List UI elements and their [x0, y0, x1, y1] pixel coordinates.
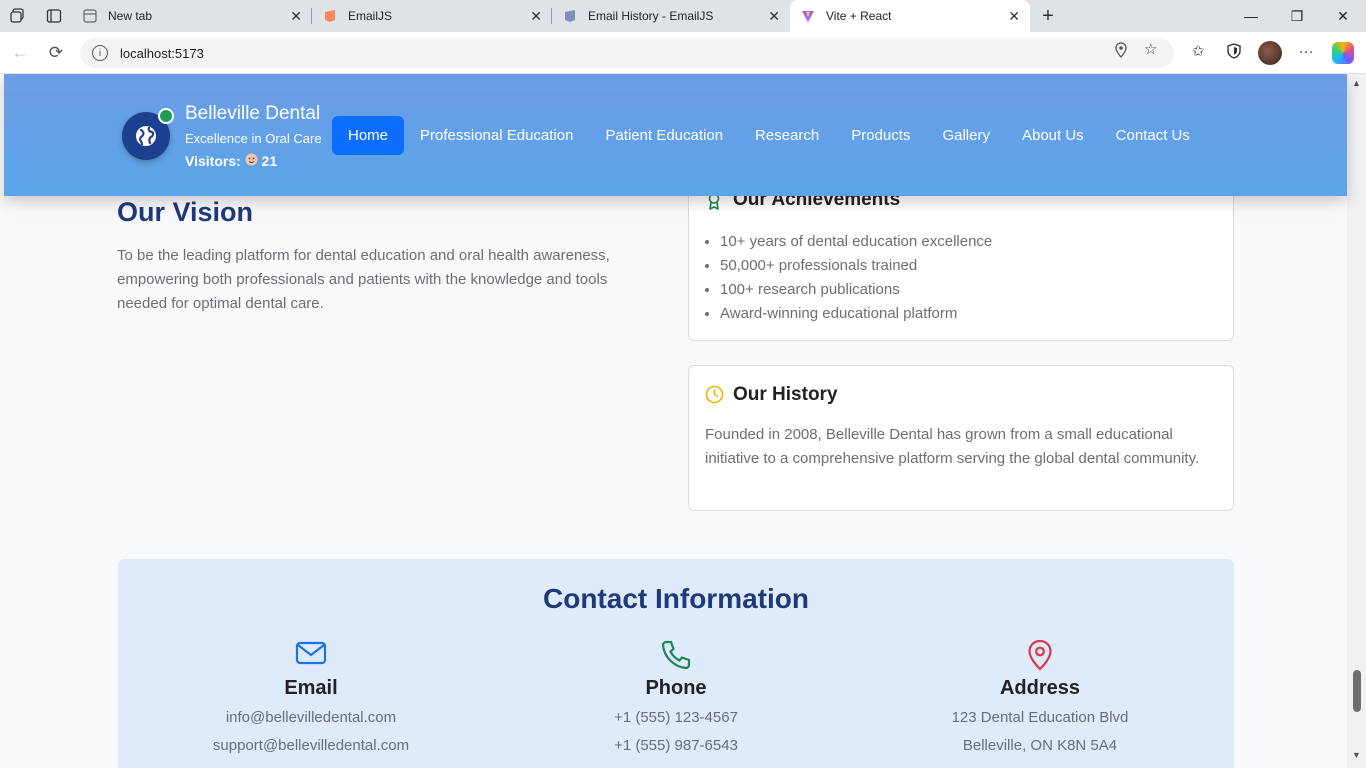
browser-tab-strip: New tab ✕ EmailJS ✕ Email History - Emai…	[0, 0, 1366, 32]
tab-title: Email History - EmailJS	[588, 9, 714, 23]
site-header: Belleville Dental Excellence in Oral Car…	[4, 74, 1347, 196]
new-tab-favicon-icon	[82, 8, 98, 24]
nav-products[interactable]: Products	[835, 116, 926, 155]
envelope-icon	[125, 639, 497, 673]
tab-title: Vite + React	[826, 9, 892, 23]
contact-email: Email info@bellevilledental.com support@…	[125, 639, 497, 756]
address-line-1: 123 Dental Education Blvd	[951, 709, 1129, 726]
tab-title: EmailJS	[348, 9, 393, 23]
tab-actions-icon[interactable]	[36, 0, 72, 32]
phone-primary[interactable]: +1 (555) 123-4567	[490, 708, 862, 728]
brand-name[interactable]: Belleville Dental	[185, 103, 320, 125]
tab-email-history[interactable]: Email History - EmailJS ✕	[552, 0, 790, 32]
history-title: Our History	[733, 384, 838, 405]
nav-research[interactable]: Research	[739, 116, 835, 155]
tab-title: New tab	[108, 9, 153, 23]
tab-emailjs[interactable]: EmailJS ✕	[312, 0, 552, 32]
map-pin-icon	[854, 639, 1226, 673]
location-icon[interactable]	[1114, 42, 1128, 62]
restore-icon[interactable]: ❐	[1274, 0, 1320, 32]
scroll-up-arrow-icon[interactable]: ▲	[1352, 78, 1361, 88]
address-bar[interactable]: i localhost:5173 ☆	[80, 38, 1174, 68]
reload-icon[interactable]: ⟳	[38, 35, 74, 71]
nav-about-us[interactable]: About Us	[1006, 116, 1100, 155]
vision-title: Our Vision	[117, 197, 254, 227]
history-text: Founded in 2008, Belleville Dental has g…	[705, 426, 1200, 467]
close-tab-icon[interactable]: ✕	[768, 8, 780, 25]
nav-patient-education[interactable]: Patient Education	[589, 116, 739, 155]
tab-new-tab[interactable]: New tab ✕	[72, 0, 312, 32]
phone-heading: Phone	[645, 677, 707, 699]
close-window-icon[interactable]: ✕	[1320, 0, 1366, 32]
online-status-dot	[158, 108, 174, 124]
history-card: Our History Founded in 2008, Belleville …	[688, 365, 1234, 511]
close-tab-icon[interactable]: ✕	[290, 8, 302, 25]
main-nav: Home Professional Education Patient Educ…	[332, 116, 1206, 155]
email-primary[interactable]: info@bellevilledental.com	[125, 708, 497, 728]
email-heading: Email	[284, 677, 338, 699]
list-item: 100+ research publications	[720, 278, 992, 302]
emailjs-favicon-icon	[322, 8, 338, 24]
page-scrollbar[interactable]: ▲ ▼	[1347, 74, 1366, 768]
contact-section: Contact Information Email info@bellevill…	[118, 559, 1234, 768]
phone-icon	[490, 639, 862, 673]
browser-essentials-icon[interactable]	[1220, 39, 1248, 63]
emailjs-favicon-icon	[562, 8, 578, 24]
close-tab-icon[interactable]: ✕	[530, 8, 542, 25]
visitor-counter: Visitors: 21	[185, 153, 277, 169]
list-item: 10+ years of dental education excellence	[720, 230, 992, 254]
tab-vite-react[interactable]: Vite + React ✕	[790, 0, 1030, 32]
clock-icon	[705, 385, 724, 409]
contact-phone: Phone +1 (555) 123-4567 +1 (555) 987-654…	[490, 639, 862, 756]
nav-home[interactable]: Home	[332, 116, 405, 155]
browser-toolbar: ← ⟳ i localhost:5173 ☆ ✩ ···	[0, 32, 1366, 74]
back-icon[interactable]: ←	[2, 35, 38, 71]
contact-address: Address 123 Dental Education Blvd Bellev…	[854, 639, 1226, 756]
vite-favicon-icon	[800, 8, 816, 24]
nav-professional-education[interactable]: Professional Education	[404, 116, 589, 155]
brand-tagline: Excellence in Oral Care	[185, 131, 322, 146]
achievements-list: 10+ years of dental education excellence…	[720, 230, 992, 326]
profile-avatar[interactable]	[1258, 41, 1282, 65]
phone-secondary[interactable]: +1 (555) 987-6543	[490, 736, 862, 756]
new-tab-button[interactable]: +	[1030, 0, 1066, 32]
vision-text: To be the leading platform for dental ed…	[117, 247, 610, 312]
site-info-icon[interactable]: i	[92, 45, 108, 61]
address-line-2: Belleville, ON K8N 5A4	[962, 737, 1118, 754]
visitors-count: 21	[261, 153, 278, 169]
favorite-star-icon[interactable]: ☆	[1144, 40, 1157, 58]
list-item: Award-winning educational platform	[720, 302, 992, 326]
close-tab-icon[interactable]: ✕	[1008, 8, 1020, 25]
nav-contact-us[interactable]: Contact Us	[1100, 116, 1206, 155]
visitors-label: Visitors:	[185, 153, 241, 169]
address-heading: Address	[999, 677, 1081, 699]
scrollbar-thumb[interactable]	[1353, 670, 1361, 712]
visitor-face-icon	[245, 153, 258, 169]
nav-gallery[interactable]: Gallery	[926, 116, 1006, 155]
minimize-icon[interactable]: —	[1228, 0, 1274, 32]
scroll-down-arrow-icon[interactable]: ▼	[1352, 750, 1361, 760]
contact-title: Contact Information	[543, 583, 809, 614]
url-text: localhost:5173	[120, 45, 204, 61]
favorites-icon[interactable]: ✩	[1184, 39, 1212, 63]
page-viewport: Belleville Dental Excellence in Oral Car…	[0, 74, 1366, 768]
list-item: 50,000+ professionals trained	[720, 254, 992, 278]
more-menu-icon[interactable]: ···	[1292, 39, 1320, 63]
email-support[interactable]: support@bellevilledental.com	[125, 736, 497, 756]
copilot-icon[interactable]	[1332, 42, 1354, 64]
workspaces-icon[interactable]	[0, 0, 36, 32]
